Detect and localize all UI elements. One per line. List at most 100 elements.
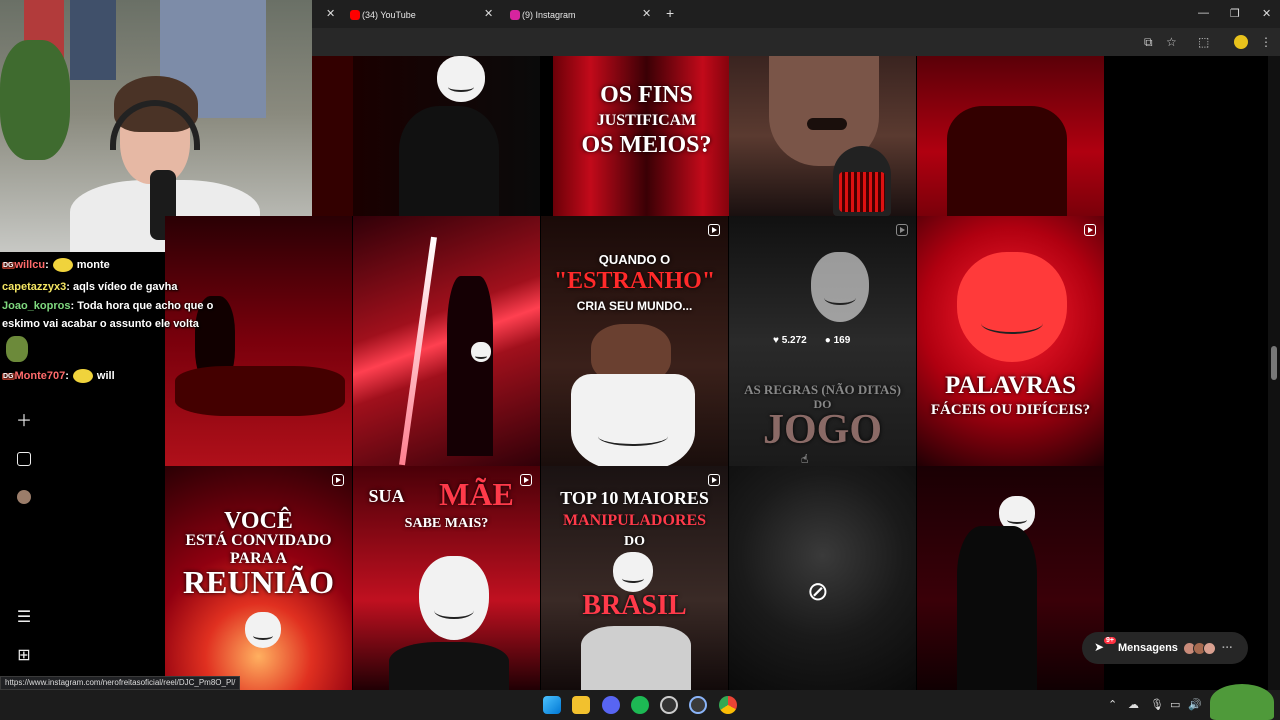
post-title: OS FINS (600, 82, 693, 108)
chat-separator: : (66, 281, 70, 293)
grid-post[interactable] (917, 56, 1104, 216)
tab-close-icon[interactable]: ✕ (642, 7, 651, 20)
avatar (1202, 641, 1216, 655)
post-title: QUANDO O (598, 252, 671, 267)
screen: ✕ (34) YouTube ✕ (9) Instagram ✕ + — ❐ ✕… (0, 0, 1280, 720)
chat-separator: : (65, 369, 69, 382)
status-url: https://www.instagram.com/nerofreitasofi… (0, 676, 241, 690)
close-button[interactable]: ✕ (1262, 7, 1271, 20)
tab-instagram[interactable]: (9) Instagram (472, 4, 632, 26)
chat-message: DGMonte707: will (2, 369, 115, 383)
mask-icon (811, 252, 869, 322)
youtube-icon (350, 10, 360, 20)
post-title: TOP 10 MAIORES (560, 488, 709, 508)
emote-icon (6, 336, 28, 362)
reel-icon (896, 224, 908, 236)
menu-icon[interactable]: ☰ (16, 610, 32, 626)
grid-post-partial[interactable] (312, 56, 353, 216)
tray-chevron-icon[interactable]: ⌃ (1108, 698, 1117, 711)
discord-icon[interactable] (602, 696, 620, 714)
post-title: MANIPULADORES (562, 512, 707, 529)
scroll-thumb[interactable] (1271, 346, 1277, 380)
install-icon[interactable]: ⧉ (1144, 35, 1153, 50)
chat-username: Joao_kopros (2, 300, 71, 312)
post-title: SABE MAIS? (404, 516, 489, 531)
unread-badge: 9+ (1104, 637, 1116, 644)
address-bar[interactable]: ⧉ ☆ ⬚ ⋮ (312, 28, 1280, 56)
profile-avatar-icon[interactable] (1234, 35, 1248, 49)
chat-text: Toda hora que acho que o (77, 300, 214, 312)
file-explorer-icon[interactable] (572, 696, 590, 714)
grid-post[interactable]: TOP 10 MAIORES MANIPULADORES DO BRASIL (541, 466, 728, 690)
extensions-icon[interactable]: ⬚ (1198, 35, 1209, 49)
display-icon[interactable]: ▭ (1170, 698, 1180, 711)
grid-post[interactable]: ♥ 5.272 ● 169 AS REGRAS (NÃO DITAS) DO J… (729, 216, 916, 466)
new-tab-button[interactable]: + (666, 5, 674, 21)
chat-message: eskimo vai acabar o assunto ele volta (2, 318, 199, 330)
grid-post-hidden[interactable]: ⊘ (729, 466, 916, 690)
post-title: OS MEIOS? (581, 132, 712, 158)
post-title: CRIA SEU MUNDO... (576, 299, 693, 313)
volume-icon[interactable]: 🔊 (1188, 698, 1202, 711)
post-stats: ♥ 5.272 ● 169 (773, 335, 850, 346)
grid-post[interactable] (729, 56, 916, 216)
grid-post[interactable] (353, 216, 540, 466)
pepe-emote (1210, 684, 1274, 720)
post-title: VOCÊ (224, 508, 293, 534)
post-title: DO (624, 534, 645, 549)
poster (70, 0, 116, 80)
comments-count: ● 169 (825, 335, 851, 346)
chrome-icon[interactable] (719, 696, 737, 714)
grid-post[interactable] (353, 56, 540, 216)
grid-post[interactable]: OS FINS JUSTIFICAM OS MEIOS? (553, 56, 740, 216)
chat-text: monte (76, 258, 110, 271)
chat-message: DGwillcu: monte (2, 258, 110, 272)
chat-text: will (96, 369, 115, 382)
chat-separator: : (70, 300, 75, 312)
create-icon[interactable]: ＋ (16, 414, 32, 430)
grid-post[interactable]: VOCÊ ESTÁ CONVIDADO PARA A REUNIÃO (165, 466, 352, 690)
messages-label: Mensagens (1118, 642, 1178, 654)
post-title: AS REGRAS (NÃO DITAS) (744, 382, 901, 397)
grid-post[interactable]: PALAVRAS FÁCEIS OU DIFÍCEIS? (917, 216, 1104, 466)
post-title: "ESTRANHO" (553, 268, 716, 294)
tab-label: (34) YouTube (362, 10, 416, 20)
likes-value: 5.272 (781, 335, 807, 346)
emote-icon (72, 369, 93, 383)
grid-post[interactable] (165, 216, 352, 466)
mask-icon (419, 556, 489, 640)
grid-post[interactable] (917, 466, 1104, 690)
tab-label: (9) Instagram (522, 10, 576, 20)
post-title: ESTÁ CONVIDADO (185, 532, 332, 549)
more-icon[interactable]: ⊞ (16, 648, 32, 664)
mask-icon (957, 252, 1067, 362)
post-title: JUSTIFICAM (596, 112, 697, 129)
messages-button[interactable]: ➤ 9+ Mensagens ··· (1082, 632, 1248, 664)
grid-post[interactable]: QUANDO O "ESTRANHO" CRIA SEU MUNDO... (541, 216, 728, 466)
grid-post[interactable]: SUA MÃE SABE MAIS? (353, 466, 540, 690)
chat-username: capetazzyx3 (2, 281, 67, 293)
mask-icon (571, 374, 695, 466)
edge-icon[interactable] (689, 696, 707, 714)
mask-icon (471, 342, 491, 362)
scrollbar[interactable] (1268, 56, 1280, 690)
cursor-hand-icon: ☝ (801, 452, 809, 466)
microphone-icon[interactable]: 🎙 (1150, 698, 1164, 711)
obs-icon[interactable] (660, 696, 678, 714)
kebab-menu-icon[interactable]: ⋮ (1260, 35, 1272, 49)
emote-icon (52, 258, 73, 272)
spotify-icon[interactable] (631, 696, 649, 714)
dashboard-icon[interactable] (17, 452, 31, 466)
bookmark-star-icon[interactable]: ☆ (1166, 35, 1177, 49)
tab-youtube[interactable]: (34) YouTube (312, 4, 472, 26)
webcam-overlay (0, 0, 312, 252)
windows-start-icon[interactable] (543, 696, 561, 714)
minimize-button[interactable]: — (1198, 7, 1209, 19)
cloud-icon[interactable]: ☁ (1128, 698, 1139, 711)
plant (0, 40, 70, 160)
profile-avatar[interactable] (17, 490, 31, 504)
restore-button[interactable]: ❐ (1230, 7, 1240, 20)
chat-message: Joao_kopros: Toda hora que acho que o (2, 300, 213, 312)
post-title: JOGO (762, 407, 882, 453)
mask-icon (245, 612, 281, 648)
